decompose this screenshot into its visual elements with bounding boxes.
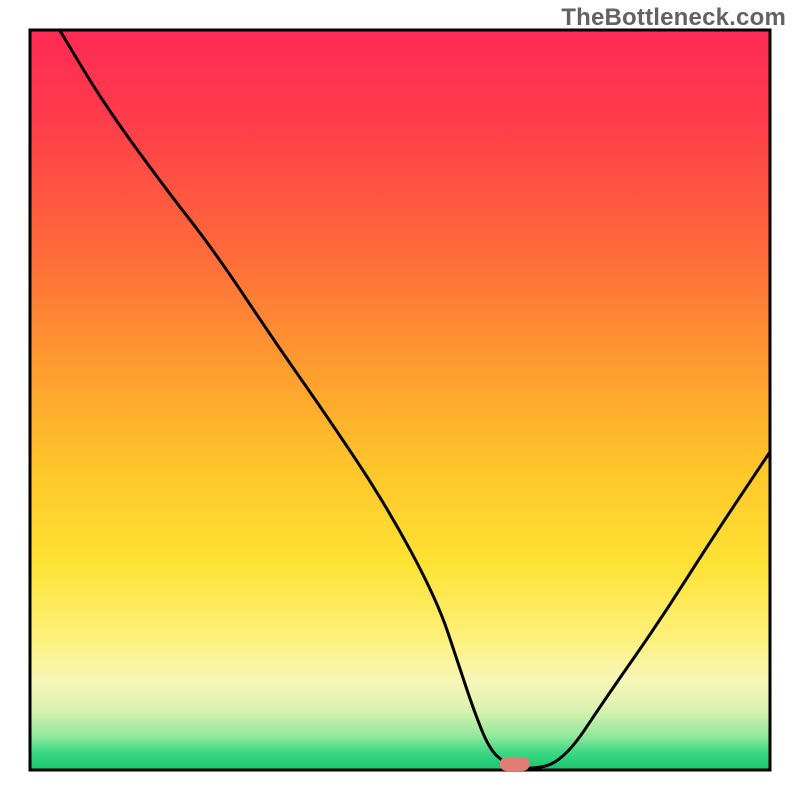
optimal-marker <box>500 757 530 771</box>
plot-gradient-bg <box>30 30 770 770</box>
chart-svg <box>0 0 800 800</box>
watermark-text: TheBottleneck.com <box>561 4 786 32</box>
bottleneck-chart: TheBottleneck.com <box>0 0 800 800</box>
